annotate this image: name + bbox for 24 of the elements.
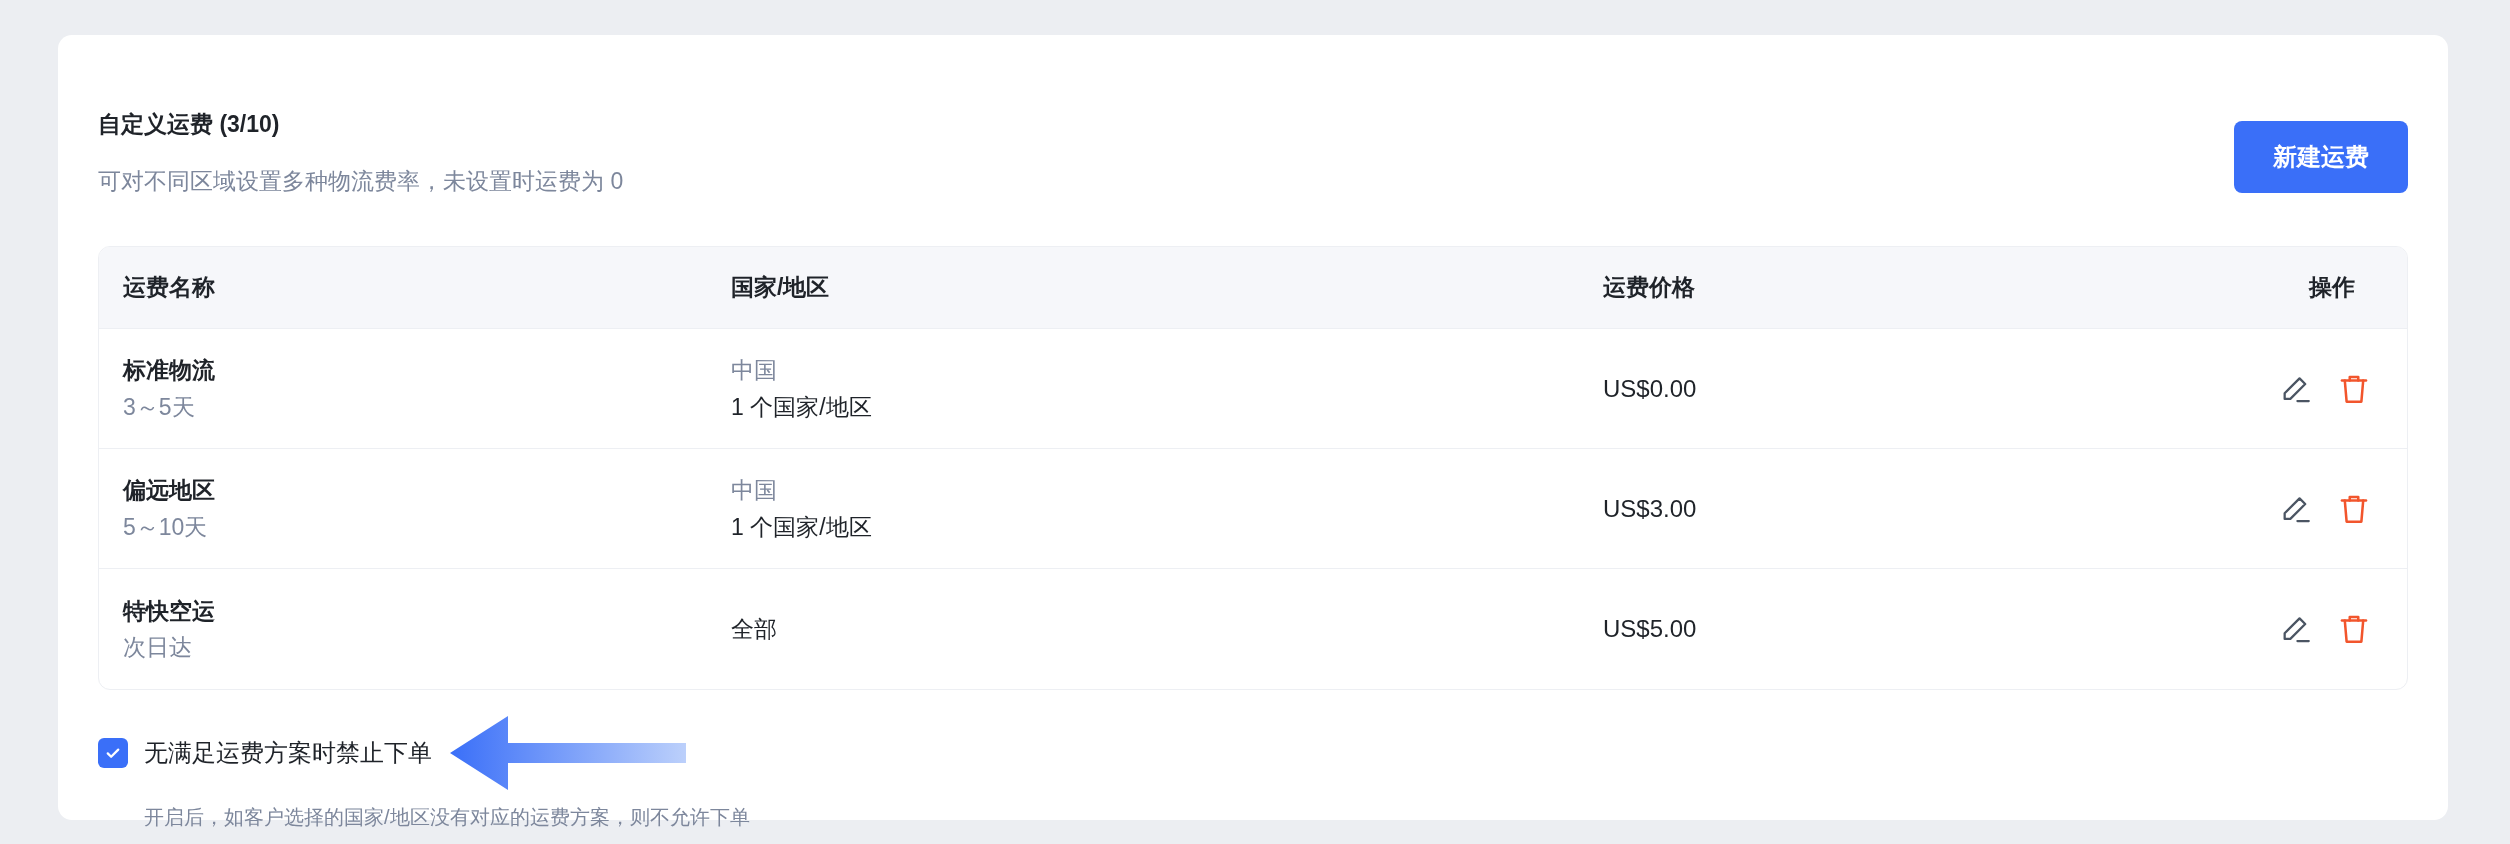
delivery-time: 3～5天	[123, 392, 196, 422]
column-header: 运费价格	[1603, 274, 1695, 301]
checkbox[interactable]	[98, 738, 128, 768]
new-shipping-button[interactable]: 新建运费	[2234, 121, 2408, 193]
shipping-name: 特快空运	[123, 596, 216, 626]
column-header: 操作	[2309, 273, 2355, 303]
region-name: 中国	[731, 476, 778, 505]
column-header: 国家/地区	[731, 274, 830, 301]
checkbox-label: 无满足运费方案时禁止下单	[144, 738, 432, 768]
country-count: 1 个国家/地区	[731, 392, 873, 422]
shipping-price: US$5.00	[1603, 615, 1697, 642]
shipping-price: US$3.00	[1603, 494, 1697, 522]
option-hint: 开启后，如客户选择的国家/地区没有对应的运费方案，则不允许下单	[144, 806, 750, 828]
shipping-price: US$0.00	[1603, 374, 1697, 402]
section-title: 自定义运费 (3/10)	[98, 110, 281, 139]
section-description: 可对不同区域设置多种物流费率，未设置时运费为 0	[98, 166, 624, 196]
country-count: 全部	[731, 614, 778, 644]
country-count: 1 个国家/地区	[731, 512, 873, 542]
delivery-time: 5～10天	[123, 512, 209, 542]
region-name: 中国	[731, 356, 778, 385]
shipping-name: 偏远地区	[123, 476, 216, 505]
shipping-name: 标准物流	[123, 356, 216, 385]
delivery-time: 次日达	[123, 633, 193, 662]
column-header: 运费名称	[123, 274, 215, 301]
